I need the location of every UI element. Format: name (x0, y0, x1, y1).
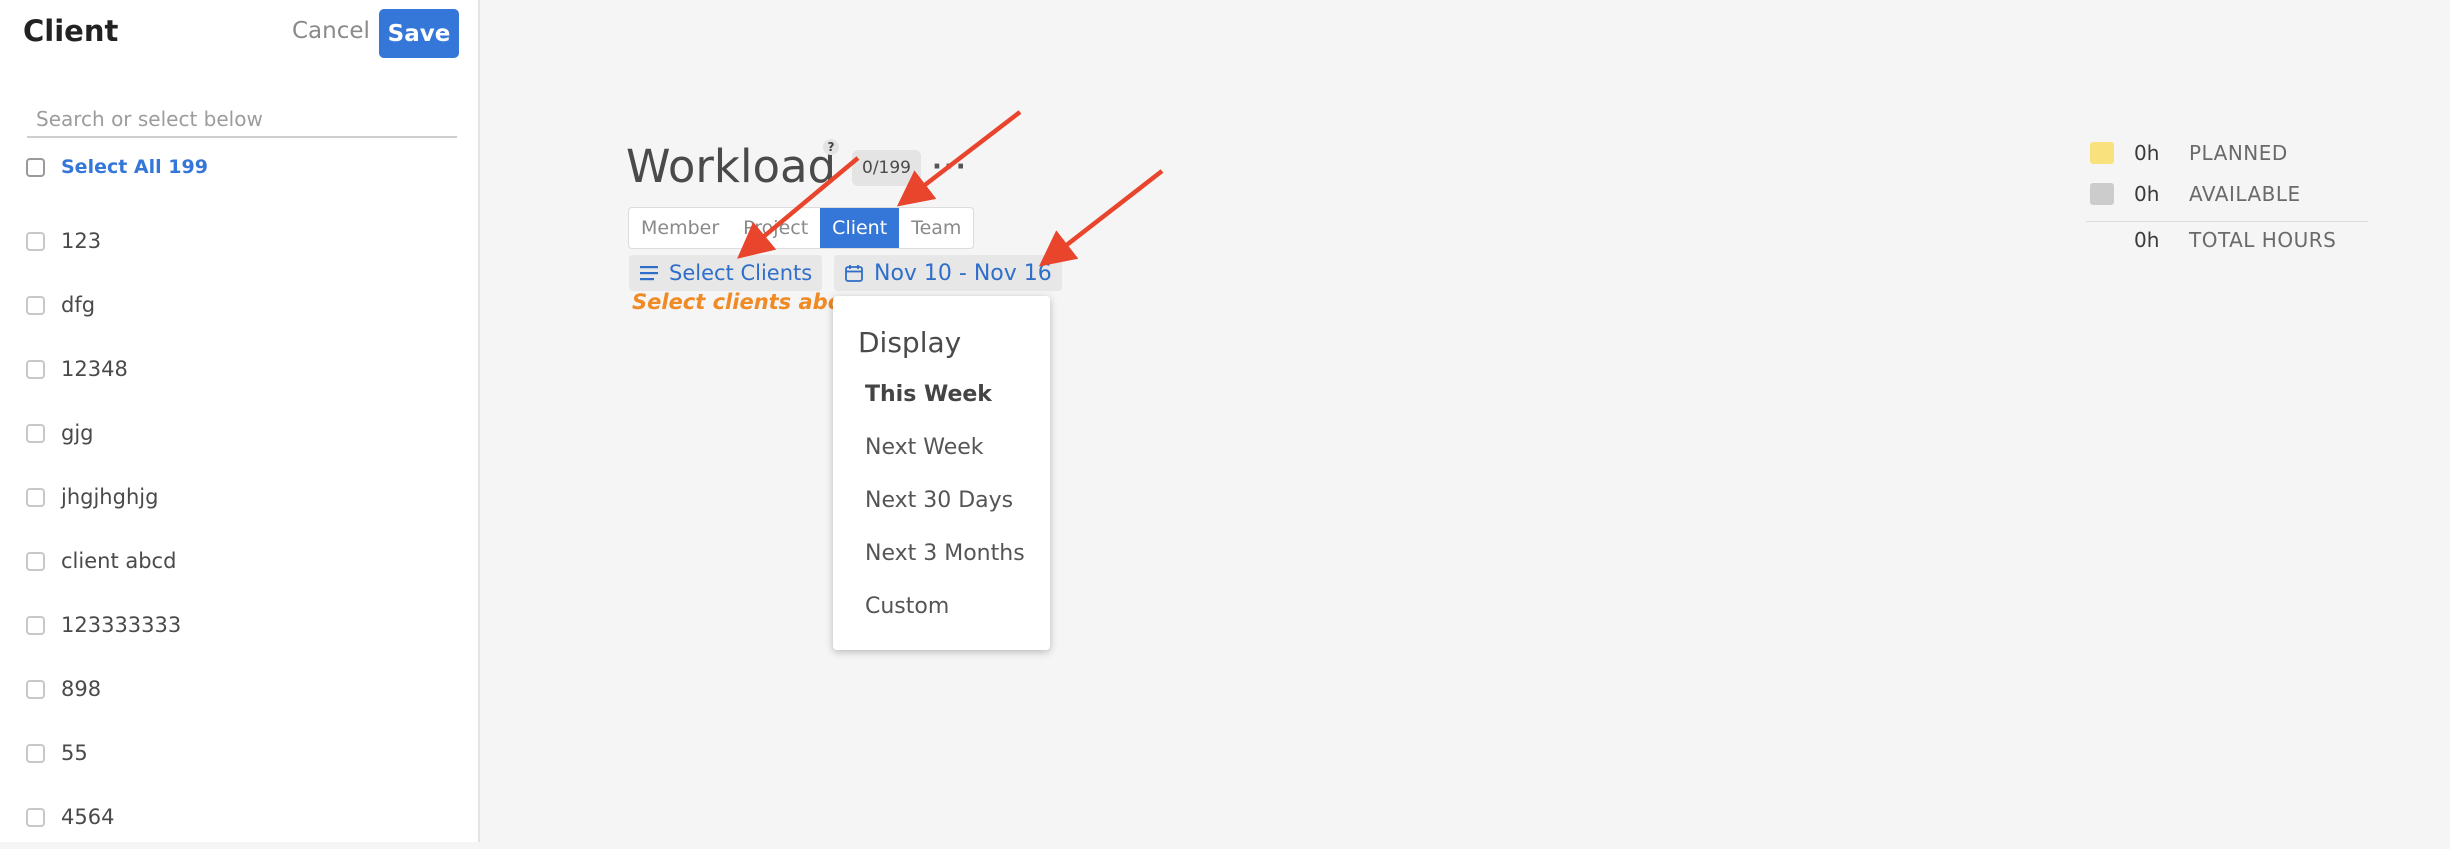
total-label: TOTAL HOURS (2189, 228, 2337, 252)
client-list-item[interactable]: 4564 (26, 785, 181, 849)
date-range-label: Nov 10 - Nov 16 (874, 260, 1052, 286)
planned-label: PLANNED (2189, 141, 2288, 165)
select-all-label[interactable]: Select All 199 (61, 156, 208, 178)
legend-divider (2086, 221, 2368, 222)
client-label: dfg (61, 293, 96, 317)
legend-available: 0h AVAILABLE (2090, 182, 2301, 206)
client-checkbox[interactable] (26, 679, 45, 699)
client-list-item[interactable]: 898 (26, 657, 181, 721)
view-tabs: Member Project Client Team (628, 207, 975, 249)
client-label: 123 (61, 229, 102, 253)
client-label: 123333333 (61, 613, 182, 637)
date-range-dropdown: Display This Week Next Week Next 30 Days… (833, 296, 1050, 650)
client-checkbox[interactable] (26, 359, 45, 379)
client-checkbox[interactable] (26, 295, 45, 315)
page-title: Workload (626, 140, 837, 193)
client-filter-panel: Client Cancel Save Select All 199 123 df… (0, 0, 480, 842)
arrow-to-date-range (1038, 169, 1164, 267)
search-input[interactable] (27, 102, 457, 138)
client-list-item[interactable]: 123 (26, 209, 181, 273)
dropdown-item-custom[interactable]: Custom (865, 594, 949, 619)
client-label: jhgjhghjg (61, 485, 159, 509)
planned-hours: 0h (2134, 141, 2160, 165)
count-badge: 0/199 (852, 150, 921, 186)
client-label: gjg (61, 421, 94, 445)
available-hours: 0h (2134, 182, 2160, 206)
client-label: 55 (61, 741, 88, 765)
client-checkbox[interactable] (26, 423, 45, 443)
list-icon (640, 266, 658, 281)
client-list-item[interactable]: jhgjhghjg (26, 465, 181, 529)
total-hours: 0h (2134, 228, 2160, 252)
client-list-item[interactable]: dfg (26, 273, 181, 337)
client-label: 12348 (61, 357, 128, 381)
client-checkbox[interactable] (26, 807, 45, 827)
select-clients-button[interactable]: Select Clients (629, 255, 823, 291)
available-swatch (2090, 183, 2114, 205)
dropdown-item-next-30-days[interactable]: Next 30 Days (865, 488, 1013, 513)
date-range-button[interactable]: Nov 10 - Nov 16 (834, 255, 1062, 291)
planned-swatch (2090, 142, 2114, 164)
client-label: client abcd (61, 549, 177, 573)
legend-planned: 0h PLANNED (2090, 141, 2288, 165)
tab-client[interactable]: Client (820, 208, 900, 248)
tab-project[interactable]: Project (731, 208, 820, 248)
client-list: 123 dfg 12348 gjg jhgjhghjg client abcd … (26, 209, 181, 849)
dropdown-header: Display (858, 326, 962, 359)
client-list-item[interactable]: 123333333 (26, 593, 181, 657)
legend-total: 0h TOTAL HOURS (2134, 228, 2336, 252)
client-list-item[interactable]: 55 (26, 721, 181, 785)
client-label: 898 (61, 677, 102, 701)
more-options-button[interactable]: ··· (932, 152, 968, 182)
select-clients-label: Select Clients (669, 261, 813, 285)
client-checkbox[interactable] (26, 743, 45, 763)
client-list-item[interactable]: gjg (26, 401, 181, 465)
save-button[interactable]: Save (379, 9, 459, 58)
tab-team[interactable]: Team (899, 208, 973, 248)
calendar-icon (845, 265, 863, 282)
cancel-button[interactable]: Cancel (292, 18, 370, 44)
dropdown-item-this-week[interactable]: This Week (865, 382, 992, 407)
client-label: 4564 (61, 805, 115, 829)
client-list-item[interactable]: 12348 (26, 337, 181, 401)
available-label: AVAILABLE (2189, 182, 2301, 206)
client-checkbox[interactable] (26, 551, 45, 571)
dropdown-item-next-3-months[interactable]: Next 3 Months (865, 541, 1025, 566)
tab-member[interactable]: Member (629, 208, 731, 248)
select-all-row[interactable]: Select All 199 (26, 156, 208, 178)
client-checkbox[interactable] (26, 615, 45, 635)
client-checkbox[interactable] (26, 487, 45, 507)
panel-title: Client (23, 14, 119, 48)
client-checkbox[interactable] (26, 231, 45, 251)
dropdown-item-next-week[interactable]: Next Week (865, 435, 984, 460)
select-all-checkbox[interactable] (26, 157, 45, 177)
client-list-item[interactable]: client abcd (26, 529, 181, 593)
help-icon[interactable]: ? (823, 139, 839, 155)
